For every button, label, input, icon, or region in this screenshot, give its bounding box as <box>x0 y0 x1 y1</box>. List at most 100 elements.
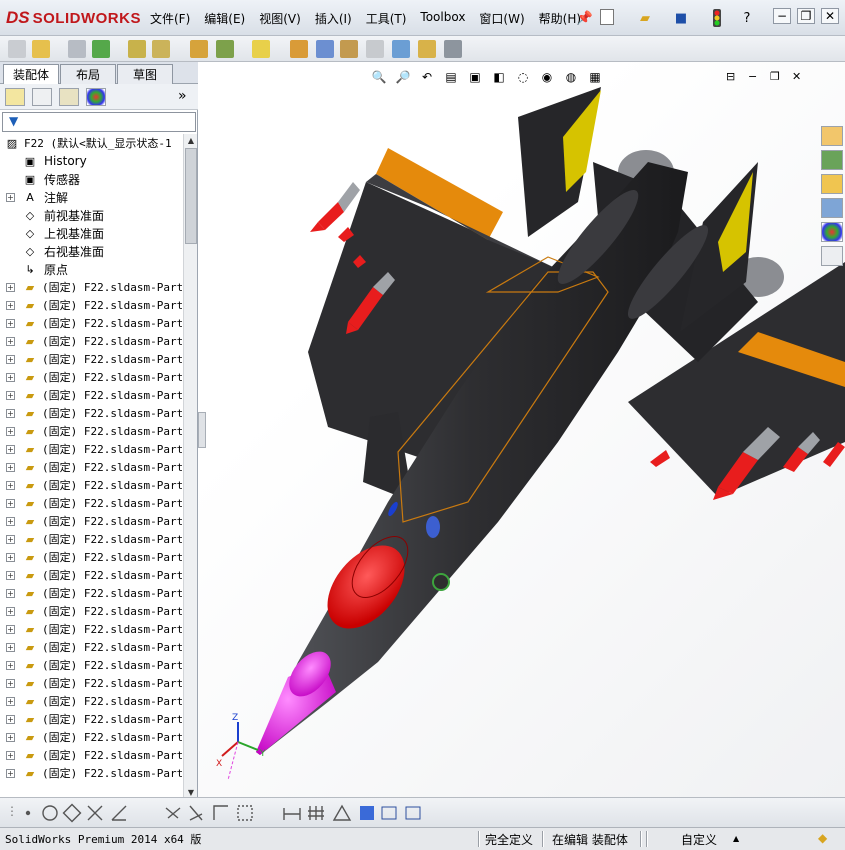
exploded-view-icon[interactable] <box>340 40 358 58</box>
expand-toggle[interactable]: + <box>6 678 15 688</box>
menu-window[interactable]: 窗口(W) <box>479 10 524 27</box>
tree-part-item[interactable]: + ▰ (固定) F22.sldasm-Part- <box>0 548 182 566</box>
tree-feature-item[interactable]: ◇ 上视基准面 <box>0 224 182 242</box>
tree-feature-item[interactable]: + A 注解 <box>0 188 182 206</box>
tree-part-item[interactable]: + ▰ (固定) F22.sldasm-Part- <box>0 314 182 332</box>
view-palette-icon[interactable] <box>821 198 843 218</box>
expand-toggle[interactable]: + <box>6 408 15 418</box>
expand-toggle[interactable]: + <box>6 516 15 526</box>
graphics-area[interactable]: 🔍 🔎 ↶ ▤ ▣ ◧ ◌ ◉ ◍ ▦ ⊟ − ❐ ✕ Z Y X <box>198 62 845 797</box>
tree-part-item[interactable]: + ▰ (固定) F22.sldasm-Part- <box>0 422 182 440</box>
expand-toggle[interactable]: + <box>6 660 15 670</box>
expand-toggle[interactable]: + <box>6 318 15 328</box>
solidworks-logo[interactable]: DS SOLIDWORKS <box>6 5 140 31</box>
configuration-manager-icon[interactable] <box>59 88 79 106</box>
open-folder-icon[interactable]: ▰ <box>636 9 654 27</box>
expand-toggle[interactable]: + <box>6 750 15 760</box>
tab-sketch[interactable]: 草图 <box>117 64 173 84</box>
linear-pattern-icon[interactable] <box>92 40 110 58</box>
expand-toggle[interactable]: + <box>6 462 15 472</box>
menu-file[interactable]: 文件(F) <box>150 10 190 27</box>
expand-toggle[interactable]: + <box>6 282 15 292</box>
solidworks-resources-icon[interactable] <box>821 126 843 146</box>
move-component-icon[interactable] <box>152 40 170 58</box>
expand-toggle[interactable]: + <box>6 336 15 346</box>
expand-toggle[interactable]: + <box>6 192 15 202</box>
tree-part-item[interactable]: + ▰ (固定) F22.sldasm-Part- <box>0 512 182 530</box>
tree-part-item[interactable]: + ▰ (固定) F22.sldasm-Part- <box>0 620 182 638</box>
assembly-component-icon[interactable] <box>8 40 26 58</box>
restore-icon[interactable]: ❐ <box>797 8 815 24</box>
large-assembly-icon[interactable] <box>444 40 462 58</box>
tree-part-item[interactable]: + ▰ (固定) F22.sldasm-Part- <box>0 404 182 422</box>
tree-feature-item[interactable]: ◇ 前视基准面 <box>0 206 182 224</box>
smart-fasteners-icon[interactable] <box>128 40 146 58</box>
tree-part-item[interactable]: + ▰ (固定) F22.sldasm-Part- <box>0 476 182 494</box>
instant3d-icon[interactable] <box>418 40 436 58</box>
save-icon[interactable]: ■ <box>672 9 690 27</box>
help-question-icon[interactable]: ? <box>738 9 756 27</box>
tree-part-item[interactable]: + ▰ (固定) F22.sldasm-Part- <box>0 458 182 476</box>
expand-toggle[interactable]: + <box>6 372 15 382</box>
expand-toggle[interactable]: + <box>6 732 15 742</box>
unit-menu-arrow[interactable]: ▲ <box>733 834 739 843</box>
interference-detection-icon[interactable] <box>392 40 410 58</box>
filter-icon[interactable]: ▼ <box>9 114 18 128</box>
menu-help[interactable]: 帮助(H) <box>539 10 581 27</box>
scroll-up-icon[interactable]: ▲ <box>184 134 198 147</box>
mate-icon[interactable] <box>68 40 86 58</box>
expand-toggle[interactable]: + <box>6 354 15 364</box>
unit-system[interactable]: 自定义 <box>681 831 717 848</box>
expand-toggle[interactable]: + <box>6 480 15 490</box>
menu-toolbox[interactable]: Toolbox <box>420 10 465 27</box>
expand-toggle[interactable]: + <box>6 552 15 562</box>
tree-part-item[interactable]: + ▰ (固定) F22.sldasm-Part- <box>0 746 182 764</box>
tree-root-assembly[interactable]: ▨ F22 (默认<默认_显示状态-1 <box>0 134 182 152</box>
minimize-icon[interactable]: − <box>773 8 791 24</box>
tab-assembly[interactable]: 装配体 <box>3 64 59 84</box>
tree-part-item[interactable]: + ▰ (固定) F22.sldasm-Part- <box>0 368 182 386</box>
property-manager-icon[interactable] <box>32 88 52 106</box>
tree-feature-item[interactable]: ▣ History <box>0 152 182 170</box>
tree-feature-item[interactable]: ◇ 右视基准面 <box>0 242 182 260</box>
rebuild-traffic-light-icon[interactable] <box>708 9 726 27</box>
tree-part-item[interactable]: + ▰ (固定) F22.sldasm-Part- <box>0 296 182 314</box>
pushpin-icon[interactable]: 📌 <box>576 9 594 27</box>
tree-part-item[interactable]: + ▰ (固定) F22.sldasm-Part- <box>0 386 182 404</box>
show-hidden-icon[interactable] <box>190 40 208 58</box>
tree-part-item[interactable]: + ▰ (固定) F22.sldasm-Part- <box>0 494 182 512</box>
expand-toggle[interactable]: + <box>6 426 15 436</box>
feature-manager-icon[interactable] <box>5 88 25 106</box>
appearances-icon[interactable] <box>821 222 843 242</box>
expand-toggle[interactable]: + <box>6 714 15 724</box>
new-motion-study-icon[interactable] <box>290 40 308 58</box>
tree-part-item[interactable]: + ▰ (固定) F22.sldasm-Part- <box>0 584 182 602</box>
bill-of-materials-icon[interactable] <box>316 40 334 58</box>
expand-toggle[interactable]: + <box>6 642 15 652</box>
tree-part-item[interactable]: + ▰ (固定) F22.sldasm-Part- <box>0 530 182 548</box>
expand-toggle[interactable]: + <box>6 588 15 598</box>
close-icon[interactable]: ✕ <box>821 8 839 24</box>
tree-part-item[interactable]: + ▰ (固定) F22.sldasm-Part- <box>0 566 182 584</box>
tree-part-item[interactable]: + ▰ (固定) F22.sldasm-Part- <box>0 728 182 746</box>
assembly-features-icon[interactable] <box>216 40 234 58</box>
tree-feature-item[interactable]: ▣ 传感器 <box>0 170 182 188</box>
display-manager-icon[interactable] <box>86 88 106 106</box>
explode-line-sketch-icon[interactable] <box>366 40 384 58</box>
filter-field[interactable]: ▼ <box>2 112 196 132</box>
tree-part-item[interactable]: + ▰ (固定) F22.sldasm-Part- <box>0 440 182 458</box>
tree-part-item[interactable]: + ▰ (固定) F22.sldasm-Part- <box>0 710 182 728</box>
tree-scrollbar[interactable]: ▲ ▼ <box>183 134 197 799</box>
expand-panel-icon[interactable]: » <box>178 88 187 104</box>
tree-feature-item[interactable]: ↳ 原点 <box>0 260 182 278</box>
expand-toggle[interactable]: + <box>6 390 15 400</box>
tree-part-item[interactable]: + ▰ (固定) F22.sldasm-Part- <box>0 638 182 656</box>
expand-toggle[interactable]: + <box>6 624 15 634</box>
tree-part-item[interactable]: + ▰ (固定) F22.sldasm-Part- <box>0 602 182 620</box>
expand-toggle[interactable]: + <box>6 534 15 544</box>
tree-part-item[interactable]: + ▰ (固定) F22.sldasm-Part- <box>0 692 182 710</box>
menu-edit[interactable]: 编辑(E) <box>204 10 245 27</box>
tree-part-item[interactable]: + ▰ (固定) F22.sldasm-Part- <box>0 674 182 692</box>
expand-toggle[interactable]: + <box>6 768 15 778</box>
insert-component-icon[interactable] <box>32 40 50 58</box>
